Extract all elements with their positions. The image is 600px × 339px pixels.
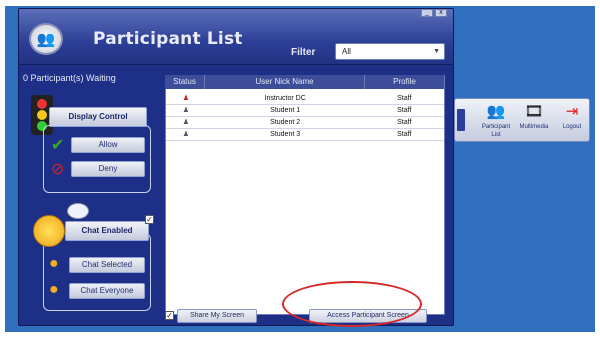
chat-everyone-icon: ●	[49, 281, 59, 298]
participant-list-tool[interactable]: 👥 Participant List	[479, 101, 513, 141]
column-header-status[interactable]: Status	[165, 75, 205, 89]
share-screen-checkbox[interactable]: ✓	[165, 311, 174, 320]
instructor-icon: ♟	[182, 95, 189, 102]
highlight-circle	[282, 281, 422, 327]
drag-handle[interactable]	[457, 109, 465, 131]
smiley-icon	[33, 215, 65, 247]
multimedia-icon: 🎞	[524, 103, 544, 120]
title-bar: _ x 👥 Participant List Filter All ▼	[19, 9, 453, 65]
user-profile: Staff	[397, 119, 412, 126]
filter-dropdown[interactable]: All ▼	[335, 43, 445, 60]
close-button[interactable]: x	[435, 9, 447, 17]
chat-enabled-button[interactable]: Chat Enabled	[65, 221, 149, 241]
control-panel: Display Control ✔ Allow ⊘ Deny Chat Enab…	[29, 87, 154, 319]
deny-button[interactable]: Deny	[71, 161, 145, 177]
waiting-count: 0 Participant(s) Waiting	[23, 73, 116, 83]
multimedia-label: Multimedia	[519, 124, 549, 130]
user-nickname: Student 2	[270, 119, 301, 126]
chevron-down-icon: ▼	[433, 48, 440, 55]
checkmark-icon: ✔	[51, 137, 65, 154]
filter-label: Filter	[291, 47, 316, 58]
table-header: Status User Nick Name Profile	[165, 75, 445, 89]
allow-button[interactable]: Allow	[71, 137, 145, 153]
participant-list-icon: 👥	[486, 103, 506, 120]
user-icon: ♟	[182, 107, 189, 114]
participant-table: ♟ Instructor DC Staff ♟ Student 1 Staff …	[165, 79, 445, 315]
user-profile: Staff	[397, 107, 412, 114]
chat-enabled-checkbox[interactable]: ✓	[145, 215, 154, 224]
user-icon: ♟	[182, 119, 189, 126]
table-row[interactable]: ♟ Instructor DC Staff	[166, 94, 444, 105]
logout-tool[interactable]: ⇥ Logout	[555, 101, 589, 141]
user-profile: Staff	[397, 131, 412, 138]
column-header-nickname[interactable]: User Nick Name	[205, 75, 365, 89]
chat-selected-icon: ●	[49, 255, 59, 272]
user-nickname: Student 3	[270, 131, 301, 138]
participant-list-label: Participant List	[481, 124, 511, 138]
logout-icon: ⇥	[565, 103, 579, 120]
user-icon: ♟	[182, 131, 189, 138]
chat-everyone-button[interactable]: Chat Everyone	[69, 283, 145, 299]
user-profile: Staff	[397, 95, 412, 102]
floating-toolbar: 👥 Participant List 🎞 Multimedia ⇥ Logout	[454, 98, 590, 142]
multimedia-tool[interactable]: 🎞 Multimedia	[517, 101, 551, 141]
logout-label: Logout	[562, 124, 582, 130]
user-nickname: Student 1	[270, 107, 301, 114]
filter-value: All	[342, 47, 351, 56]
deny-icon: ⊘	[51, 161, 65, 178]
share-my-screen-button[interactable]: Share My Screen	[177, 309, 257, 323]
table-row[interactable]: ♟ Student 2 Staff	[166, 118, 444, 129]
minimize-button[interactable]: _	[421, 9, 433, 17]
window-controls: _ x	[421, 9, 447, 17]
column-header-profile[interactable]: Profile	[365, 75, 445, 89]
speech-bubble-icon	[67, 203, 89, 219]
chat-selected-button[interactable]: Chat Selected	[69, 257, 145, 273]
table-row[interactable]: ♟ Student 1 Staff	[166, 106, 444, 117]
display-control-button[interactable]: Display Control	[49, 107, 147, 127]
user-nickname: Instructor DC	[264, 95, 306, 102]
window-title: Participant List	[93, 29, 243, 49]
participant-list-window: _ x 👥 Participant List Filter All ▼ 0 Pa…	[18, 8, 454, 326]
app-logo-icon: 👥	[29, 23, 63, 55]
table-row[interactable]: ♟ Student 3 Staff	[166, 130, 444, 141]
